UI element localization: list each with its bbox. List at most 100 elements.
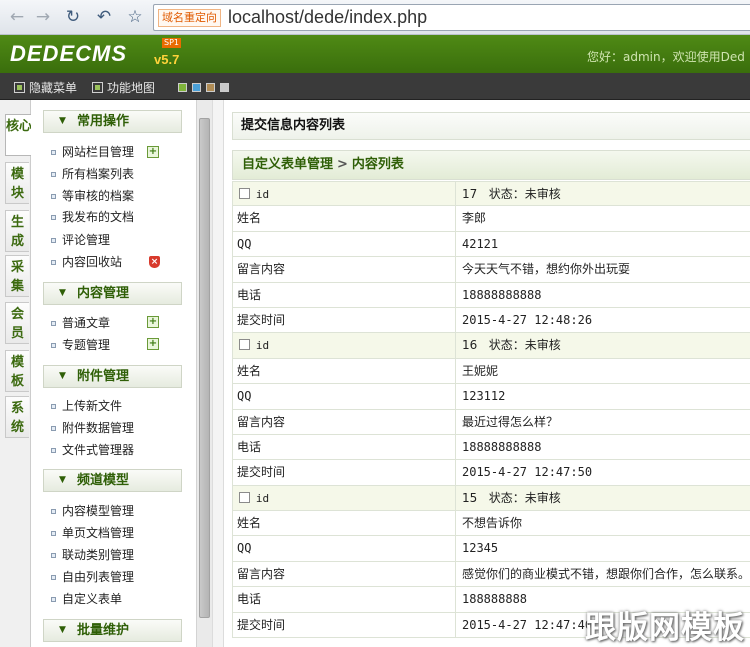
field-label: QQ [237, 541, 252, 556]
field-label: 姓名 [237, 211, 262, 226]
back-arrow-icon[interactable]: ← [6, 6, 28, 28]
breadcrumb: 自定义表单管理 > 内容列表 [232, 150, 750, 180]
record-checkbox[interactable] [239, 491, 250, 503]
app-header: DEDECMS SP1 v5.7 您好：admin，欢迎使用Ded [0, 35, 750, 73]
tab-generate[interactable]: 生成 [5, 210, 29, 252]
breadcrumb-content-list[interactable]: 内容列表 [352, 157, 404, 172]
sidebar-scrollbar[interactable] [196, 100, 212, 647]
record-id: 17 [462, 187, 478, 201]
menu-item-label: 普通文章 [62, 316, 111, 330]
bullet-icon [51, 531, 56, 536]
table-row: 姓名 王妮妮 [232, 358, 750, 385]
version-label: v5.7 [154, 52, 180, 67]
reload-icon[interactable]: ↻ [62, 6, 84, 28]
menu-item-recycle-bin[interactable]: 内容回收站 [51, 252, 122, 272]
menu-item-topic[interactable]: 专题管理 [51, 335, 110, 355]
dedecms-logo: DEDECMS [10, 41, 128, 66]
browser-toolbar: ← → ↻ ↶ ☆ 域名重定向 localhost/dede/index.php [0, 0, 750, 35]
menu-item-single-page[interactable]: 单页文档管理 [51, 523, 134, 543]
field-value: 18888888888 [455, 434, 541, 460]
section-content-manage[interactable]: ▼ 内容管理 [43, 282, 182, 305]
url-text[interactable]: localhost/dede/index.php [228, 7, 427, 28]
section-title: 内容管理 [77, 286, 130, 301]
tab-module[interactable]: 模块 [5, 162, 29, 204]
tab-member[interactable]: 会员 [5, 302, 29, 344]
menu-item-pending-archives[interactable]: 等审核的档案 [51, 186, 134, 206]
function-map-button[interactable]: 功能地图 [92, 79, 155, 96]
tab-collect[interactable]: 采集 [5, 255, 29, 297]
section-batch-maintenance[interactable]: ▼ 批量维护 [43, 619, 182, 642]
bullet-icon [51, 238, 56, 243]
frame-splitter[interactable] [212, 100, 224, 647]
menu-item-linked-category[interactable]: 联动类别管理 [51, 545, 134, 565]
section-attachment-manage[interactable]: ▼ 附件管理 [43, 365, 182, 388]
sp-badge: SP1 [162, 38, 181, 48]
bullet-icon [51, 509, 56, 514]
breadcrumb-form-manage[interactable]: 自定义表单管理 [242, 157, 333, 172]
theme-swatch-brown[interactable] [206, 83, 215, 92]
menu-item-free-list[interactable]: 自由列表管理 [51, 567, 134, 587]
section-common-ops[interactable]: ▼ 常用操作 [43, 110, 182, 133]
bullet-icon [51, 194, 56, 199]
left-tabs: 核心 模块 生成 采集 会员 模板 系统 [0, 100, 32, 647]
bullet-icon [51, 172, 56, 177]
record-checkbox[interactable] [239, 188, 250, 199]
menu-item-label: 单页文档管理 [62, 526, 135, 540]
field-value: 42121 [455, 231, 498, 257]
bullet-icon [51, 260, 56, 265]
field-value: 2015-4-27 12:47:50 [455, 460, 592, 485]
id-label: id [255, 491, 270, 505]
field-value: 188888888 [455, 587, 527, 612]
function-map-label: 功能地图 [107, 81, 156, 95]
address-bar[interactable]: 域名重定向 localhost/dede/index.php [153, 4, 750, 31]
menu-item-comments[interactable]: 评论管理 [51, 230, 110, 250]
field-label: QQ [237, 389, 252, 404]
field-label: 姓名 [237, 363, 262, 378]
hide-menu-icon [14, 82, 25, 93]
table-row: QQ 12345 [232, 536, 750, 562]
section-title: 常用操作 [77, 114, 130, 129]
field-label: 留言内容 [237, 262, 286, 277]
menu-item-label: 评论管理 [62, 233, 111, 247]
record-checkbox[interactable] [239, 339, 250, 351]
menu-item-column-manage[interactable]: 网站栏目管理 [51, 142, 134, 162]
scrollbar-thumb[interactable] [199, 118, 210, 618]
records-table: id 17 状态：未审核 姓名 李郎 QQ 42121 留言内容 今天天气不错，想约你… [232, 181, 750, 639]
status-value: 未审核 [524, 187, 561, 201]
tab-template[interactable]: 模板 [5, 350, 29, 392]
theme-swatch-gray[interactable] [220, 83, 229, 92]
star-icon[interactable]: ☆ [124, 6, 146, 28]
tab-system[interactable]: 系统 [5, 396, 29, 438]
forward-arrow-icon[interactable]: → [32, 6, 54, 28]
menu-item-all-archives[interactable]: 所有档案列表 [51, 164, 134, 184]
theme-swatch-green[interactable] [178, 83, 187, 92]
bullet-icon [51, 448, 56, 453]
menu-item-my-documents[interactable]: 我发布的文档 [51, 207, 134, 227]
section-channel-model[interactable]: ▼ 频道模型 [43, 469, 182, 492]
add-icon[interactable]: + [147, 338, 159, 350]
menu-item-custom-form[interactable]: 自定义表单 [51, 589, 122, 609]
status-label: 状态： [488, 338, 525, 353]
field-label: 电话 [237, 592, 262, 607]
tab-core[interactable]: 核心 [5, 114, 32, 156]
bullet-icon [51, 215, 56, 220]
section-title: 附件管理 [77, 369, 130, 384]
menu-item-article[interactable]: 普通文章 [51, 313, 110, 333]
undo-icon[interactable]: ↶ [93, 6, 115, 28]
bullet-icon [51, 553, 56, 558]
add-icon[interactable]: + [147, 146, 159, 158]
add-icon[interactable]: + [147, 316, 159, 328]
menu-item-file-manager[interactable]: 文件式管理器 [51, 440, 134, 460]
menu-item-upload-file[interactable]: 上传新文件 [51, 396, 122, 416]
menu-item-content-model[interactable]: 内容模型管理 [51, 501, 134, 521]
table-row: 留言内容 感觉你们的商业模式不错，想跟你们合作，怎么联系。 [232, 561, 750, 588]
hide-menu-button[interactable]: 隐藏菜单 [14, 79, 77, 96]
trash-icon[interactable]: × [149, 256, 160, 268]
menu-item-label: 文件式管理器 [62, 443, 135, 457]
table-row: 留言内容 最近过得怎么样？ [232, 409, 750, 435]
status-label: 状态： [488, 490, 525, 505]
sidebar-menu: ▼ 常用操作 网站栏目管理 + 所有档案列表 等审核的档案 我发布的文档 评论管理… [31, 100, 196, 647]
bullet-icon [51, 575, 56, 580]
theme-swatch-blue[interactable] [192, 83, 201, 92]
menu-item-attachment-data[interactable]: 附件数据管理 [51, 418, 134, 438]
